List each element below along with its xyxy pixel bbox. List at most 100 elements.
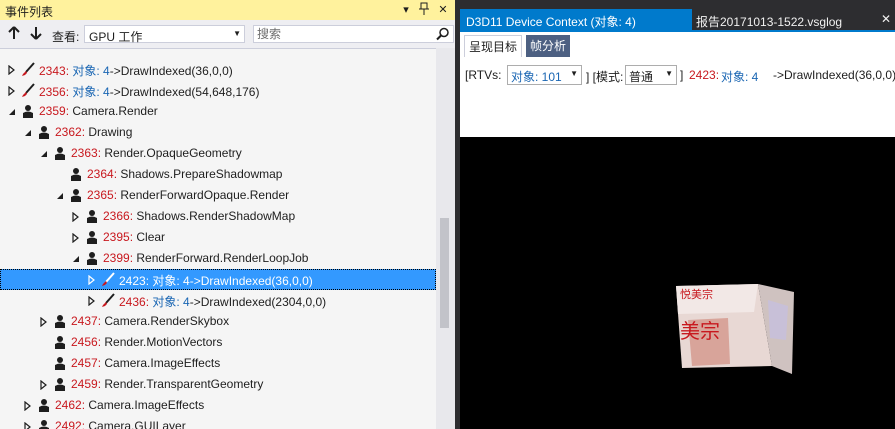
marker-icon [37,125,51,140]
marker-icon [69,188,83,203]
expanded-arrow-icon[interactable] [23,127,33,137]
tree-row[interactable]: 2492: Camera.GUILayer [0,416,436,429]
marker-icon [85,230,99,245]
event-number: 2456: [71,335,102,349]
tree-row[interactable]: 2436: 对象: 4->DrawIndexed(2304,0,0) [0,290,436,311]
current-event-call: ->DrawIndexed(36,0,0) [773,68,895,82]
rendered-cube: 悦美宗 美宗 [676,284,794,374]
event-number: 2366: [103,209,134,223]
view-select-value: GPU 工作 [89,30,143,44]
tab-frame-analysis[interactable]: 帧分析 [526,35,571,57]
tree-row[interactable]: 2456: Render.MotionVectors [0,332,436,353]
close-icon[interactable]: ✕ [436,2,450,18]
tree-row[interactable]: 2399: RenderForward.RenderLoopJob [0,248,436,269]
tree-row-label: 2492: Camera.GUILayer [55,419,186,429]
tree-row[interactable]: 2362: Drawing [0,122,436,143]
expanded-arrow-icon[interactable] [39,148,49,158]
tree-row[interactable]: 2459: Render.TransparentGeometry [0,374,436,395]
close-icon[interactable]: ✕ [881,12,891,26]
brush-icon [21,83,35,98]
event-number: 2457: [71,356,102,370]
tree-row[interactable]: 2363: Render.OpaqueGeometry [0,143,436,164]
tree-row-label: 2399: RenderForward.RenderLoopJob [103,251,308,265]
rtv-bar-closing-bracket: ] [680,68,684,82]
search-icon[interactable] [436,27,450,41]
marker-icon [53,356,67,371]
brush-icon [101,293,115,308]
event-number: 2359: [39,104,70,118]
mode-label: ] [模式: [586,70,624,84]
tree-row-label: 2456: Render.MotionVectors [71,335,222,349]
event-list-toolbar: 查看: GPU 工作 ▼ [0,20,455,49]
event-number: 2363: [71,146,102,160]
tree-row[interactable]: 2423: 对象: 4->DrawIndexed(36,0,0) [0,269,436,290]
marker-icon [37,398,51,413]
event-text: RenderForward.RenderLoopJob [133,251,309,265]
collapsed-arrow-icon[interactable] [39,379,49,391]
window-position-dropdown-icon[interactable]: ▾ [399,2,413,18]
event-number: 2364: [87,167,118,181]
event-text: Render.TransparentGeometry [101,377,264,391]
tree-row-label: 2462: Camera.ImageEffects [55,398,204,412]
brush-icon [21,62,35,77]
mode-select-value: 普通 [629,70,654,84]
vertical-scrollbar[interactable] [436,48,455,429]
event-text: Camera.GUILayer [85,419,186,429]
event-text: Render.OpaqueGeometry [101,146,242,160]
collapsed-arrow-icon[interactable] [23,421,33,429]
search-input[interactable] [257,27,427,41]
event-text: Drawing [85,125,133,139]
tree-row-label: 2364: Shadows.PrepareShadowmap [87,167,282,181]
object-ref: 对象: 4 [69,85,110,99]
mode-select[interactable]: 普通 ▼ [625,65,677,85]
view-select[interactable]: GPU 工作 ▼ [84,25,245,44]
collapsed-arrow-icon[interactable] [87,274,97,286]
marker-icon [69,167,83,182]
marker-icon [85,209,99,224]
tree-row[interactable]: 2457: Camera.ImageEffects [0,353,436,374]
tab-report-vsglog[interactable]: 报告20171013-1522.vsglog ✕ [692,9,895,30]
collapsed-arrow-icon[interactable] [71,232,81,244]
event-text: ->DrawIndexed(54,648,176) [109,85,260,99]
marker-icon [21,104,35,119]
search-box[interactable] [253,25,454,43]
tree-row[interactable]: 2395: Clear [0,227,436,248]
tree-row[interactable]: 2366: Shadows.RenderShadowMap [0,206,436,227]
collapsed-arrow-icon[interactable] [7,85,17,97]
tab-d3d11-device-context[interactable]: D3D11 Device Context (对象: 4) [460,9,692,30]
tree-row-label: 2366: Shadows.RenderShadowMap [103,209,295,223]
marker-icon [85,251,99,266]
tree-row[interactable]: 2343: 对象: 4->DrawIndexed(36,0,0) [0,59,436,80]
cube-texture-text: 美宗 [680,320,720,343]
collapsed-arrow-icon[interactable] [39,316,49,328]
expanded-arrow-icon[interactable] [71,253,81,263]
event-text: Render.MotionVectors [101,335,223,349]
expanded-arrow-icon[interactable] [7,106,17,116]
tree-row[interactable]: 2365: RenderForwardOpaque.Render [0,185,436,206]
tree-row[interactable]: 2356: 对象: 4->DrawIndexed(54,648,176) [0,80,436,101]
previous-event-arrow-icon[interactable] [7,26,21,42]
pin-icon[interactable] [417,2,431,18]
expanded-arrow-icon[interactable] [55,190,65,200]
event-number: 2356: [39,85,70,99]
event-number: 2395: [103,230,134,244]
rtv-select[interactable]: 对象: 101 ▼ [507,65,582,85]
event-text: Shadows.PrepareShadowmap [117,167,283,181]
tree-row[interactable]: 2437: Camera.RenderSkybox [0,311,436,332]
tab-render-target[interactable]: 呈现目标 [464,35,523,57]
collapsed-arrow-icon[interactable] [87,295,97,307]
render-target-view[interactable]: 悦美宗 美宗 [460,137,895,429]
collapsed-arrow-icon[interactable] [23,400,33,412]
event-text: RenderForwardOpaque.Render [117,188,290,202]
tree-row-label: 2359: Camera.Render [39,104,158,118]
tree-row[interactable]: 2364: Shadows.PrepareShadowmap [0,164,436,185]
tree-row[interactable]: 2359: Camera.Render [0,101,436,122]
collapsed-arrow-icon[interactable] [7,64,17,76]
tree-row[interactable]: 2462: Camera.ImageEffects [0,395,436,416]
collapsed-arrow-icon[interactable] [71,211,81,223]
tree-row-label: 2343: 对象: 4->DrawIndexed(36,0,0) [39,62,233,79]
rtv-select-value: 对象: 101 [511,70,562,84]
scrollbar-thumb[interactable] [440,218,449,328]
next-event-arrow-icon[interactable] [29,26,43,42]
event-number: 2492: [55,419,86,429]
